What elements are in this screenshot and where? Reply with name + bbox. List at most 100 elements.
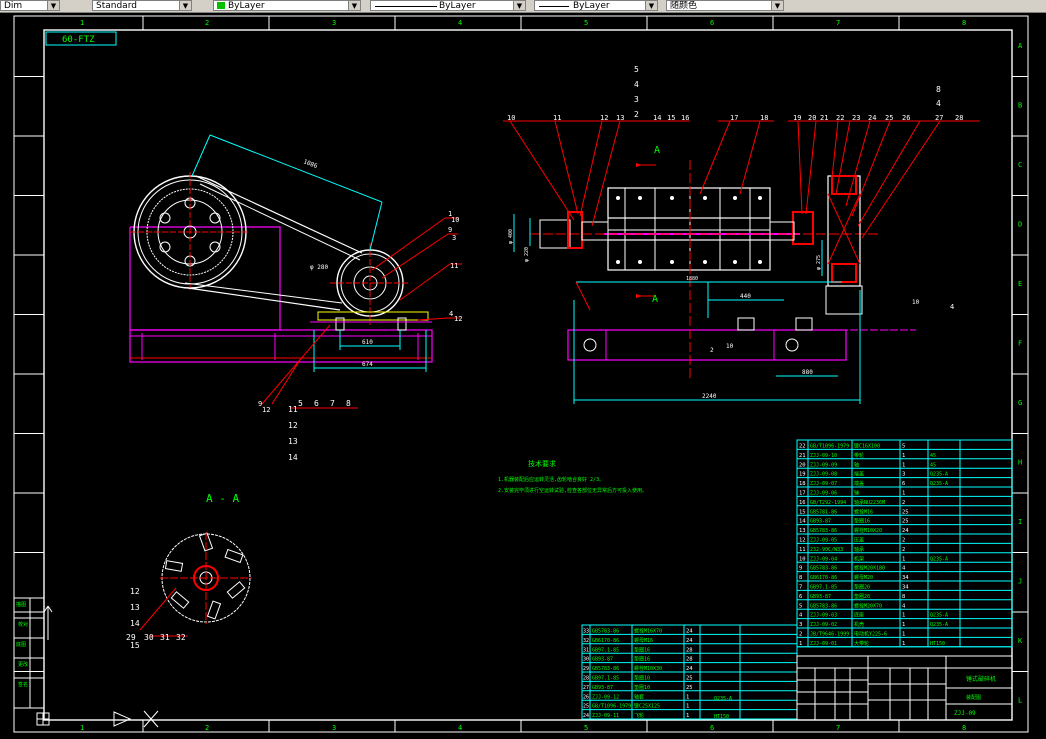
bom-name: 垫圈20 bbox=[854, 593, 870, 600]
dim-l3: 440 bbox=[740, 293, 751, 300]
callout: 16 bbox=[681, 114, 689, 122]
bom-index: 26 bbox=[583, 694, 589, 700]
table-row: 25 GB/T1096-1979 键C25X125 1 bbox=[583, 703, 689, 710]
callout: 24 bbox=[868, 114, 876, 122]
bom-code: GB5783-86 bbox=[810, 566, 837, 572]
bom-index: 21 bbox=[799, 453, 806, 459]
table-row: 31 GB97.1-85 垫圈16 28 bbox=[583, 646, 693, 653]
border-marks: 1122334455667788ABCDEFGHIJKL bbox=[14, 16, 1028, 732]
bom-index: 15 bbox=[799, 509, 806, 515]
bom-name: 垫圈10 bbox=[634, 675, 650, 682]
bom-name: 螺栓M10X30 bbox=[634, 665, 662, 672]
drawing-subtitle: 装配图 bbox=[966, 694, 981, 701]
bom-index: 5 bbox=[799, 603, 802, 609]
aa-callouts: 12 13 14 1529 30 31 32 bbox=[126, 587, 186, 650]
bom-qty: 1 bbox=[902, 622, 905, 628]
bom-code: JB/T9646-1999 bbox=[810, 632, 849, 638]
table-row: 32 GB6170-86 螺母M16 24 bbox=[583, 637, 693, 644]
callout: 6 bbox=[314, 399, 319, 408]
dim-belt: 1086 bbox=[302, 158, 318, 170]
bom-code: GB5783-86 bbox=[810, 603, 837, 609]
dimstyle-combo[interactable]: Dim ▼ bbox=[0, 0, 60, 11]
callout: 10 bbox=[507, 114, 515, 122]
bom-qty: 6 bbox=[902, 481, 905, 487]
bom-qty: 28 bbox=[686, 657, 693, 663]
bom-qty: 2 bbox=[902, 547, 905, 553]
table-row: 14 GB93-87 垫圈16 25 bbox=[799, 518, 909, 525]
chevron-down-icon[interactable]: ▼ bbox=[179, 1, 191, 10]
bom-index: 2 bbox=[799, 632, 802, 638]
bom-code: GB93-87 bbox=[810, 519, 831, 525]
dim-l4: 880 bbox=[802, 369, 813, 376]
bom-code: ZJJ-09-10 bbox=[810, 453, 837, 459]
bom-index: 18 bbox=[799, 481, 806, 487]
border-number: 6 bbox=[710, 724, 714, 732]
bom-index: 4 bbox=[799, 613, 803, 619]
callout: 11 bbox=[450, 262, 458, 270]
callout: 9 bbox=[448, 226, 452, 234]
lineweight-value: ByLayer bbox=[573, 1, 610, 11]
bom-name: 带轮 bbox=[854, 452, 864, 459]
callout: 18 bbox=[760, 114, 768, 122]
side-label: 校对 bbox=[18, 621, 28, 628]
bom-qty: 4 bbox=[902, 566, 906, 572]
border-letter: H bbox=[1018, 459, 1022, 467]
bom-qty: 4 bbox=[902, 603, 906, 609]
section-aa: A - A bbox=[139, 492, 252, 637]
bom-index: 8 bbox=[799, 575, 802, 581]
bom-index: 6 bbox=[799, 594, 802, 600]
callout: 3 bbox=[634, 95, 639, 104]
table-row: 26 ZJJ-09-12 轴套 1 bbox=[583, 693, 689, 700]
bom-index: 12 bbox=[799, 538, 806, 544]
border-number: 5 bbox=[584, 19, 588, 27]
title-block: 锤式破碎机 装配图 ZJJ-09 bbox=[796, 655, 1013, 721]
bom-material: HT150 bbox=[930, 641, 945, 647]
border-number: 5 bbox=[584, 724, 588, 732]
outer-frame bbox=[13, 15, 1029, 733]
plotstyle-combo[interactable]: 随颜色 ▼ bbox=[666, 0, 784, 11]
textstyle-value: Standard bbox=[96, 1, 137, 11]
callout: 2 bbox=[710, 347, 714, 354]
chevron-down-icon[interactable]: ▼ bbox=[348, 1, 360, 10]
border-letter: J bbox=[1018, 578, 1022, 586]
chevron-down-icon[interactable]: ▼ bbox=[47, 1, 59, 10]
bom-code: GB5783-86 bbox=[592, 666, 619, 672]
dim-h3: φ 275 bbox=[816, 255, 822, 270]
bom-material: 45 bbox=[930, 462, 936, 468]
mid-stack-callouts: 5 4 3 2 bbox=[634, 65, 639, 119]
bom-name: 螺栓M20X180 bbox=[854, 565, 885, 572]
side-label: 签名 bbox=[18, 681, 28, 688]
side-panel: 描图 校对 底图 更改 签名 bbox=[13, 597, 45, 709]
bom-qty: 5 bbox=[902, 444, 905, 450]
bom-qty: 1 bbox=[902, 453, 905, 459]
callout: 13 bbox=[616, 114, 624, 122]
table-row: 15 GB5781-86 螺栓M16 25 bbox=[799, 508, 909, 515]
dim-w1: 610 bbox=[362, 339, 373, 346]
chevron-down-icon[interactable]: ▼ bbox=[513, 1, 525, 10]
callout: 4 bbox=[634, 80, 639, 89]
drawing-code: ZJJ-09 bbox=[954, 710, 976, 717]
border-letter: G bbox=[1018, 399, 1022, 407]
linetype-combo[interactable]: ByLayer ▼ bbox=[370, 0, 526, 11]
chevron-down-icon[interactable]: ▼ bbox=[771, 1, 783, 10]
drawing-canvas[interactable]: 1122334455667788ABCDEFGHIJKL 60-FTZ 1086… bbox=[0, 12, 1046, 739]
color-combo[interactable]: ByLayer ▼ bbox=[213, 0, 361, 11]
table-row: 30 GB93-87 垫圈16 28 bbox=[583, 656, 693, 663]
bom-code: ZJJ-09-08 bbox=[810, 472, 837, 478]
ucs-icon bbox=[36, 605, 159, 728]
chevron-down-icon[interactable]: ▼ bbox=[645, 1, 657, 10]
bom-qty: 1 bbox=[902, 556, 905, 562]
bom-code: ZJJ-09-11 bbox=[592, 713, 619, 719]
table-row: 1 ZJJ-09-01 大带轮 1 HT150 bbox=[799, 640, 945, 647]
tech-line1: 1.机器装配后应运转灵活,齿轮啮合良好 2/3。 bbox=[498, 476, 604, 483]
border-number: 3 bbox=[332, 724, 336, 732]
lineweight-combo[interactable]: ByLayer ▼ bbox=[534, 0, 658, 11]
bom-name: 垫圈10 bbox=[634, 684, 650, 691]
callout: 21 bbox=[820, 114, 828, 122]
bom-qty: 24 bbox=[686, 638, 693, 644]
textstyle-combo[interactable]: Standard ▼ bbox=[92, 0, 192, 11]
side-label: 更改 bbox=[18, 661, 28, 668]
bom-qty: 24 bbox=[902, 528, 909, 534]
bom-qty: 28 bbox=[686, 647, 693, 653]
border-number: 2 bbox=[205, 724, 209, 732]
